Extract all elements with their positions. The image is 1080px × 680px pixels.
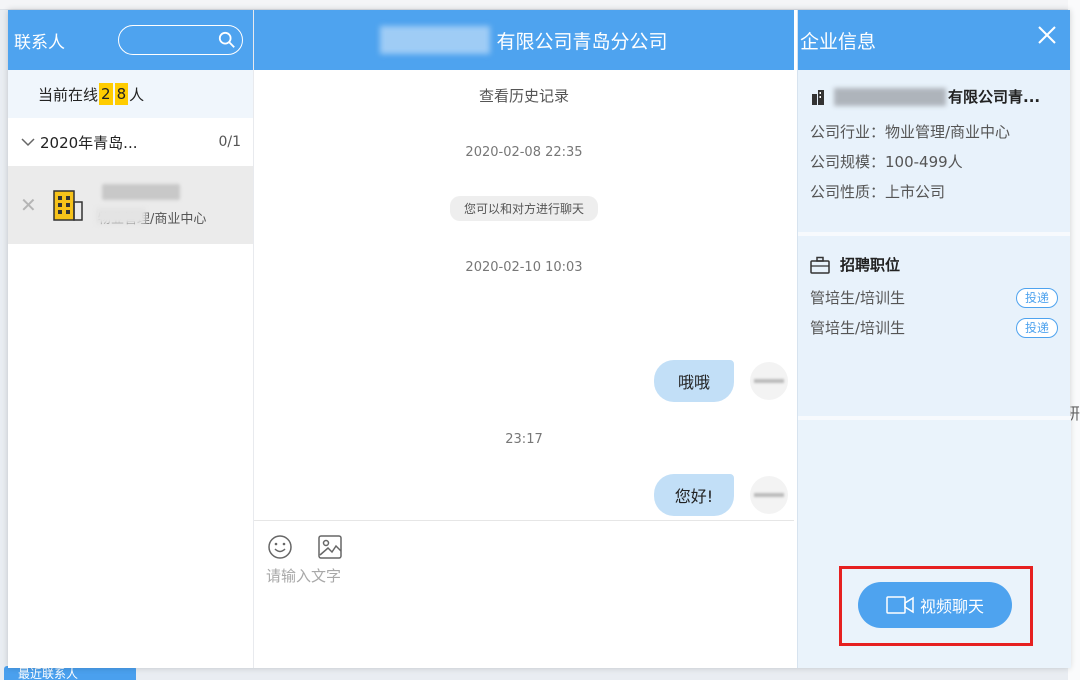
briefcase-icon <box>810 256 830 274</box>
jobs-heading: 招聘职位 <box>810 254 1058 275</box>
company-name: 有限公司青... <box>810 86 1058 107</box>
view-history-link[interactable]: 查看历史记录 <box>254 85 794 106</box>
contacts-header: 联系人 <box>8 10 253 70</box>
chat-window: 联系人 当前在线 2 8 人 2020年青岛... 0/1 ✕ 物业管理/商业中… <box>8 10 1071 668</box>
online-suffix: 人 <box>129 85 145 104</box>
company-size: 公司规模：100-499人 <box>810 153 963 171</box>
conversation-panel: 有限公司青岛分公司 查看历史记录 2020-02-08 22:35 您可以和对方… <box>254 10 794 668</box>
contact-group[interactable]: 2020年青岛... 0/1 <box>8 118 253 166</box>
compose-area <box>254 520 794 668</box>
apply-button[interactable]: 投递 <box>1015 288 1058 308</box>
job-name: 管培生/培训生 <box>810 319 906 337</box>
contact-info: 物业管理/商业中心 <box>94 180 234 230</box>
chevron-down-icon <box>21 138 35 147</box>
job-item[interactable]: 管培生/培训生 投递 <box>810 283 1058 313</box>
group-count: 0/1 <box>218 134 241 150</box>
building-icon <box>812 89 824 105</box>
contacts-panel: 联系人 当前在线 2 8 人 2020年青岛... 0/1 ✕ 物业管理/商业中… <box>8 10 254 668</box>
avatar-redacted <box>754 379 784 383</box>
timestamp: 2020-02-10 10:03 <box>465 260 583 275</box>
company-name-redacted <box>834 87 946 106</box>
contact-name-redacted <box>102 184 180 200</box>
recent-contacts-tab[interactable]: 最近联系人 <box>4 666 136 680</box>
jobs-card: 招聘职位 管培生/培训生 投递 管培生/培训生 投递 <box>798 236 1070 418</box>
job-name: 管培生/培训生 <box>810 289 906 307</box>
online-count: 当前在线 2 8 人 <box>8 70 253 118</box>
group-name: 2020年青岛... <box>40 133 138 152</box>
job-item[interactable]: 管培生/培训生 投递 <box>810 313 1058 343</box>
building-icon <box>53 190 83 221</box>
company-info-panel: 企业信息 有限公司青... 公司行业：物业管理/商业中心 公司规模：100-49… <box>797 10 1071 668</box>
online-digit-2: 8 <box>114 83 129 105</box>
online-digit-1: 2 <box>99 83 113 105</box>
timestamp: 23:17 <box>505 432 543 447</box>
system-message: 您可以和对方进行聊天 <box>449 196 599 221</box>
video-chat-button[interactable]: 视频聊天 <box>858 582 1012 628</box>
title-redacted <box>380 26 491 54</box>
conversation-title: 有限公司青岛分公司 <box>496 30 668 53</box>
online-prefix: 当前在线 <box>38 85 99 104</box>
company-info-title: 企业信息 <box>800 30 877 53</box>
outgoing-message: 哦哦 <box>654 360 794 402</box>
conversation-header: 有限公司青岛分公司 <box>254 10 794 70</box>
video-camera-icon <box>886 596 914 614</box>
contact-item[interactable]: ✕ 物业管理/商业中心 <box>8 166 253 244</box>
message-bubble: 哦哦 <box>654 360 734 402</box>
emoji-icon[interactable] <box>266 533 294 561</box>
company-info-header: 企业信息 <box>798 10 1070 70</box>
message-input[interactable] <box>266 565 786 645</box>
video-chat-area: 视频聊天 <box>798 416 1071 668</box>
company-industry: 公司行业：物业管理/商业中心 <box>810 123 1011 141</box>
avatar-redacted <box>754 493 784 497</box>
apply-button[interactable]: 投递 <box>1015 318 1058 338</box>
message-bubble: 您好! <box>654 474 734 516</box>
video-chat-label: 视频聊天 <box>919 597 984 616</box>
contact-search <box>117 25 243 55</box>
outgoing-message: 您好! <box>654 474 794 516</box>
avatar[interactable] <box>750 476 788 514</box>
company-name-suffix: 有限公司青... <box>948 88 1041 106</box>
remove-contact-icon[interactable]: ✕ <box>20 193 44 217</box>
company-card: 有限公司青... 公司行业：物业管理/商业中心 公司规模：100-499人 公司… <box>798 70 1070 236</box>
avatar[interactable] <box>750 362 788 400</box>
background-page-strip <box>0 0 1080 10</box>
message-list: 查看历史记录 2020-02-08 22:35 您可以和对方进行聊天 2020-… <box>254 70 794 520</box>
contact-subtitle-redacted <box>96 208 146 224</box>
close-icon[interactable] <box>1036 24 1058 46</box>
search-icon[interactable] <box>218 31 236 49</box>
compose-toolbar <box>254 521 794 565</box>
timestamp: 2020-02-08 22:35 <box>465 145 583 160</box>
jobs-title: 招聘职位 <box>840 256 901 274</box>
contacts-title: 联系人 <box>14 32 65 53</box>
company-nature: 公司性质：上市公司 <box>810 183 946 201</box>
image-icon[interactable] <box>316 533 344 561</box>
